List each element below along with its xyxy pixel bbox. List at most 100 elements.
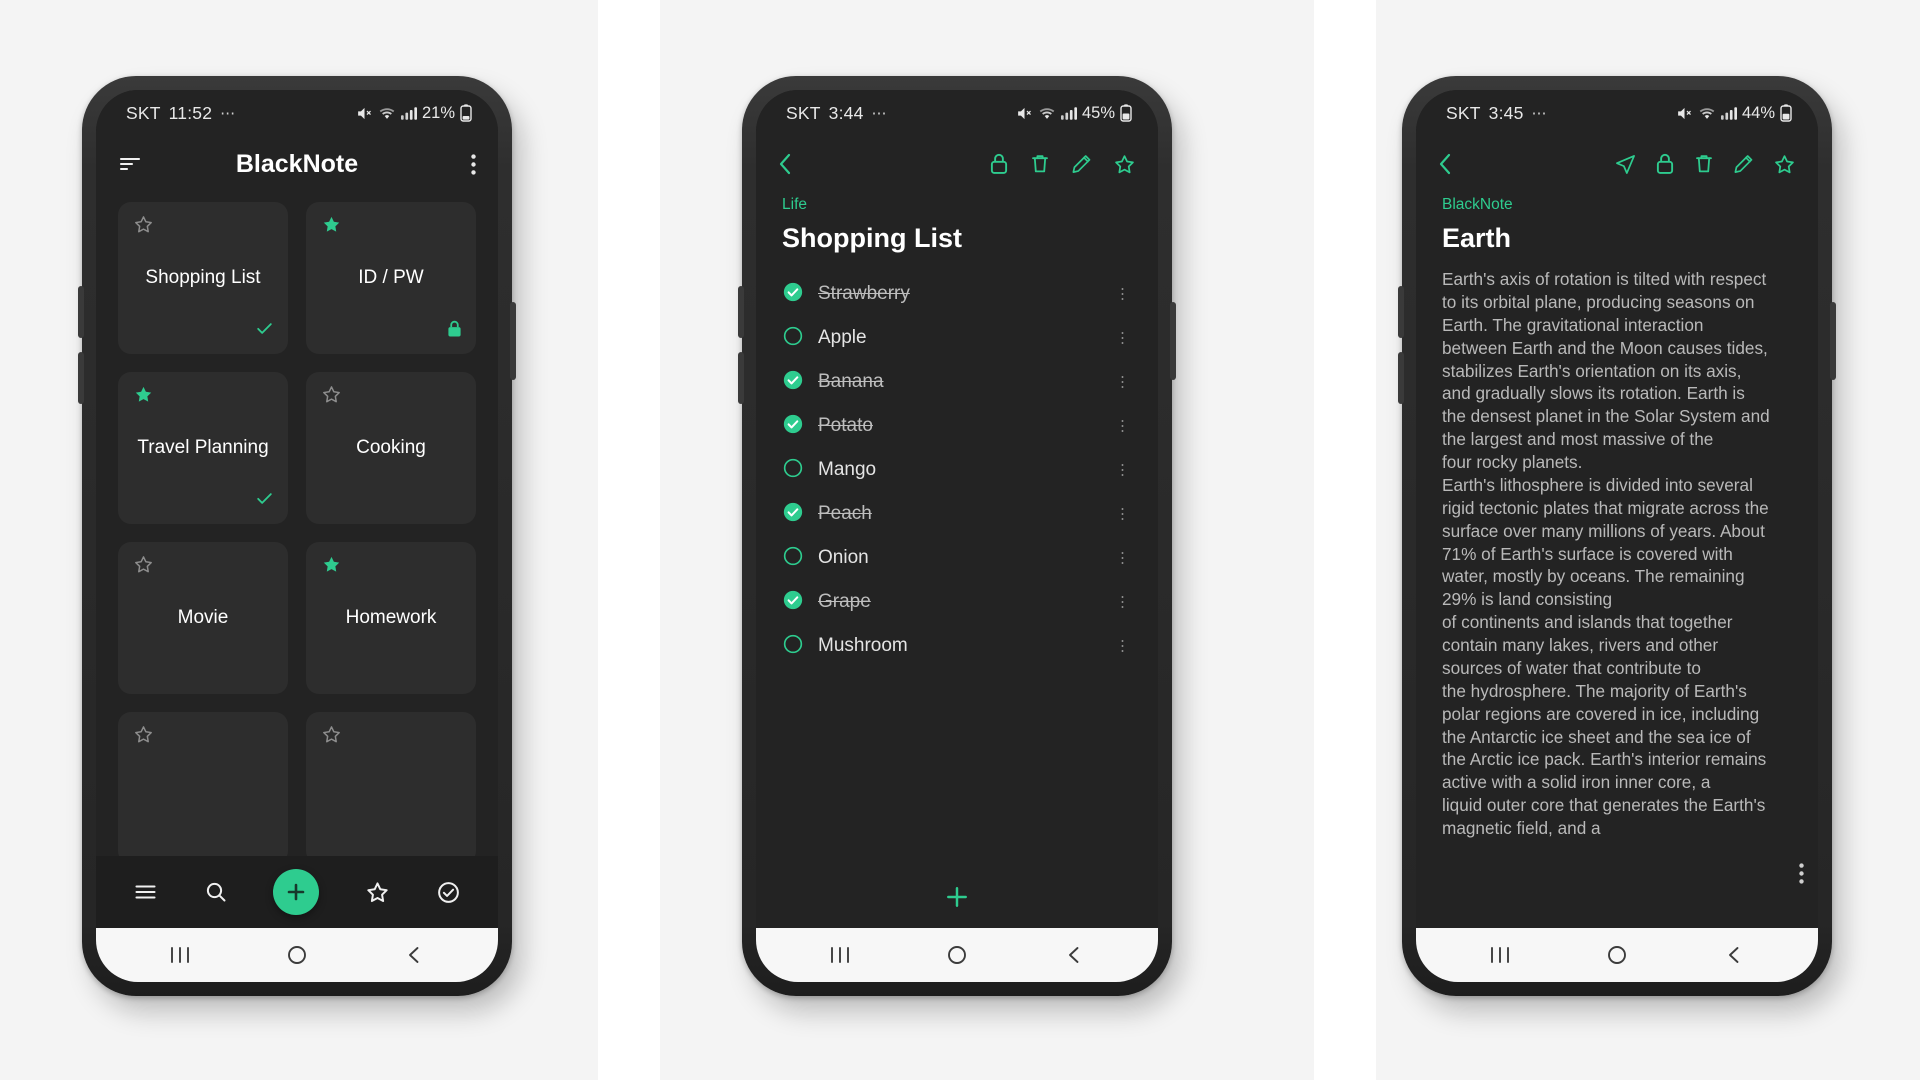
checkbox-checked-icon[interactable] [782, 413, 804, 440]
drag-handle-icon[interactable]: ⋮ [1115, 595, 1130, 610]
volume-up-button[interactable] [78, 286, 84, 338]
volume-up-button[interactable] [738, 286, 744, 338]
home-icon[interactable] [921, 928, 993, 982]
mute-icon [1676, 105, 1693, 122]
note-card[interactable]: Travel Planning [118, 372, 288, 524]
status-more-dots: ⋯ [1531, 105, 1548, 122]
lock-icon[interactable] [989, 153, 1009, 175]
drag-handle-icon[interactable]: ⋮ [1115, 419, 1130, 434]
volume-down-button[interactable] [738, 352, 744, 404]
checkbox-unchecked-icon[interactable] [782, 457, 804, 484]
star-outline-icon[interactable] [133, 554, 154, 580]
checklist-item-label: Onion [818, 547, 869, 568]
status-more-dots: ⋯ [220, 105, 237, 122]
star-outline-icon[interactable] [321, 384, 342, 410]
note-body: BlackNote Earth Earth's axis of rotation… [1416, 192, 1818, 928]
drag-handle-icon[interactable]: ⋮ [1115, 551, 1130, 566]
back-chevron-icon[interactable] [1438, 152, 1452, 176]
back-icon[interactable] [1038, 928, 1110, 982]
panel-divider [1314, 0, 1376, 1080]
star-filled-icon[interactable] [321, 554, 342, 580]
android-nav-bar [756, 928, 1158, 982]
checkbox-checked-icon[interactable] [782, 369, 804, 396]
star-outline-icon[interactable] [133, 724, 154, 750]
checklist-item[interactable]: Peach ⋮ [782, 492, 1132, 536]
star-filled-icon[interactable] [321, 214, 342, 240]
app-bar-note [1416, 136, 1818, 192]
note-card[interactable] [306, 712, 476, 856]
checklist-item[interactable]: Strawberry ⋮ [782, 272, 1132, 316]
star-outline-icon[interactable] [133, 214, 154, 240]
recents-icon[interactable] [1464, 928, 1536, 982]
panel-divider [598, 0, 660, 1080]
note-card[interactable]: Homework [306, 542, 476, 694]
app-bar-home: BlackNote [96, 136, 498, 192]
bottom-toolbar [96, 856, 498, 928]
favorites-star-icon[interactable] [365, 880, 390, 905]
checklist-item[interactable]: Mushroom ⋮ [782, 624, 1132, 668]
note-card[interactable]: Shopping List [118, 202, 288, 354]
note-title: Earth [1442, 223, 1512, 253]
drag-handle-icon[interactable]: ⋮ [1115, 375, 1130, 390]
volume-down-button[interactable] [78, 352, 84, 404]
home-icon[interactable] [1581, 928, 1653, 982]
checkbox-checked-icon[interactable] [782, 281, 804, 308]
checklist-item[interactable]: Onion ⋮ [782, 536, 1132, 580]
lock-icon[interactable] [1655, 153, 1675, 175]
drag-handle-icon[interactable]: ⋮ [1115, 287, 1130, 302]
checkbox-unchecked-icon[interactable] [782, 545, 804, 572]
add-checklist-item-button[interactable] [782, 866, 1132, 928]
back-chevron-icon[interactable] [778, 152, 792, 176]
power-button[interactable] [510, 302, 516, 380]
checklist-item[interactable]: Mango ⋮ [782, 448, 1132, 492]
checkbox-unchecked-icon[interactable] [782, 633, 804, 660]
edit-pencil-icon[interactable] [1733, 153, 1754, 175]
kebab-menu-icon[interactable] [471, 153, 476, 175]
status-time: 3:44 [828, 102, 864, 123]
delete-trash-icon[interactable] [1030, 153, 1050, 175]
recents-icon[interactable] [804, 928, 876, 982]
sort-menu-icon[interactable] [118, 154, 142, 174]
phone-screen-note: SKT 3:45 ⋯ 44% BlackNote Earth Earth's a… [1416, 90, 1818, 982]
edit-pencil-icon[interactable] [1071, 153, 1092, 175]
drag-handle-icon[interactable]: ⋮ [1115, 463, 1130, 478]
share-send-icon[interactable] [1615, 154, 1636, 175]
note-card[interactable]: ID / PW [306, 202, 476, 354]
star-outline-icon[interactable] [1773, 153, 1796, 176]
wifi-icon [378, 105, 396, 122]
checklist-item[interactable]: Apple ⋮ [782, 316, 1132, 360]
note-card[interactable] [118, 712, 288, 856]
recents-icon[interactable] [144, 928, 216, 982]
note-card-title: ID / PW [358, 267, 424, 288]
checkbox-checked-icon[interactable] [782, 501, 804, 528]
checkbox-unchecked-icon[interactable] [782, 325, 804, 352]
power-button[interactable] [1170, 302, 1176, 380]
checklist-item[interactable]: Grape ⋮ [782, 580, 1132, 624]
search-icon[interactable] [204, 880, 228, 904]
note-content[interactable]: Earth's axis of rotation is tilted with … [1442, 268, 1792, 840]
star-outline-icon[interactable] [1113, 153, 1136, 176]
checklist-icon[interactable] [436, 880, 461, 905]
note-card[interactable]: Cooking [306, 372, 476, 524]
note-card[interactable]: Movie [118, 542, 288, 694]
checkbox-checked-icon[interactable] [782, 589, 804, 616]
home-icon[interactable] [261, 928, 333, 982]
power-button[interactable] [1830, 302, 1836, 380]
back-icon[interactable] [1698, 928, 1770, 982]
checklist-item[interactable]: Potato ⋮ [782, 404, 1132, 448]
star-outline-icon[interactable] [321, 724, 342, 750]
kebab-menu-icon[interactable] [1799, 863, 1804, 886]
drag-handle-icon[interactable]: ⋮ [1115, 507, 1130, 522]
add-note-fab[interactable] [273, 869, 320, 915]
drag-handle-icon[interactable]: ⋮ [1115, 331, 1130, 346]
volume-down-button[interactable] [1398, 352, 1404, 404]
list-menu-icon[interactable] [133, 882, 158, 902]
back-icon[interactable] [378, 928, 450, 982]
volume-up-button[interactable] [1398, 286, 1404, 338]
checklist-item[interactable]: Banana ⋮ [782, 360, 1132, 404]
drag-handle-icon[interactable]: ⋮ [1115, 639, 1130, 654]
delete-trash-icon[interactable] [1694, 153, 1714, 175]
phone-mockup-note: SKT 3:45 ⋯ 44% BlackNote Earth Earth's a… [1398, 76, 1836, 996]
star-filled-icon[interactable] [133, 384, 154, 410]
checklist-item-label: Banana [818, 371, 884, 392]
